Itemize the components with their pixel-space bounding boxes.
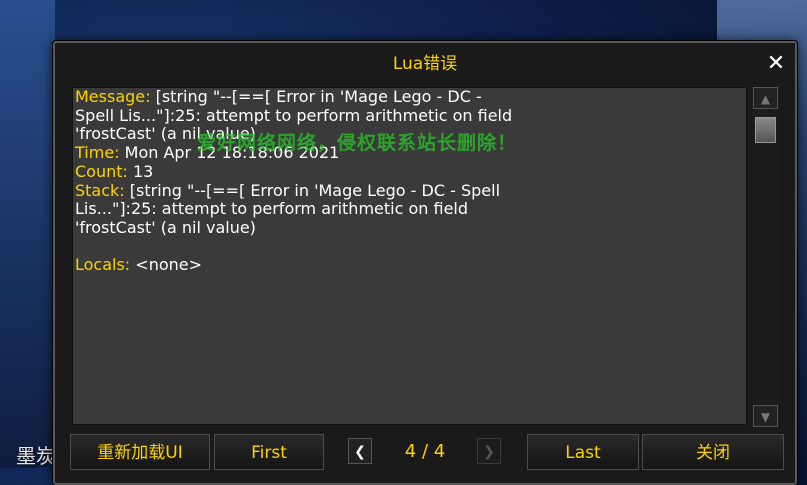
window-title: Lua错误 xyxy=(392,54,458,74)
last-button[interactable]: Last xyxy=(527,434,639,470)
error-line: Lis..."]:25: attempt to perform arithmet… xyxy=(75,199,746,219)
prev-page-icon[interactable]: ❮ xyxy=(348,438,372,464)
error-field-value: 'frostCast' (a nil value) xyxy=(75,124,256,144)
error-field-value: 'frostCast' (a nil value) xyxy=(75,217,256,237)
error-line: Time: Mon Apr 12 18:18:06 2021 xyxy=(75,143,746,163)
background-corner-text: 墨炭 xyxy=(16,444,56,468)
error-field-value: 13 xyxy=(127,161,154,181)
scroll-thumb[interactable] xyxy=(755,117,776,143)
error-field-key: Stack: xyxy=(75,180,125,200)
error-line: Spell Lis..."]:25: attempt to perform ar… xyxy=(75,105,746,126)
error-line: 'frostCast' (a nil value) xyxy=(75,217,746,238)
error-line: Message: [string "--[==[ Error in 'Mage … xyxy=(75,88,746,107)
error-field-value: Lis..."]:25: attempt to perform arithmet… xyxy=(75,199,469,219)
page-indicator: 4 / 4 xyxy=(404,441,446,462)
error-field-value: <none> xyxy=(130,255,203,275)
background-left xyxy=(0,0,55,468)
error-field-value: Spell Lis..."]:25: attempt to perform ar… xyxy=(75,105,513,125)
error-field-value: Mon Apr 12 18:18:06 2021 xyxy=(119,143,340,163)
first-button[interactable]: First xyxy=(214,434,324,470)
error-field-value: [string "--[==[ Error in 'Mage Lego - DC… xyxy=(150,87,482,106)
error-line: 'frostCast' (a nil value) xyxy=(75,125,746,144)
error-field-key: Count: xyxy=(75,161,128,181)
error-field-key: Message: xyxy=(75,87,151,106)
error-text-area[interactable]: Message: [string "--[==[ Error in 'Mage … xyxy=(72,87,747,425)
error-line: Count: 13 xyxy=(75,161,746,182)
button-bar: 重新加载UI First ❮ 4 / 4 ❯ Last 关闭 xyxy=(70,434,785,472)
error-line xyxy=(75,238,746,257)
scrollbar[interactable]: ▲ ▼ xyxy=(752,87,779,427)
scroll-up-icon[interactable]: ▲ xyxy=(753,87,778,109)
error-line: Locals: <none> xyxy=(75,255,746,275)
next-page-icon[interactable]: ❯ xyxy=(477,438,501,464)
reload-ui-button[interactable]: 重新加载UI xyxy=(70,434,210,470)
error-line: Stack: [string "--[==[ Error in 'Mage Le… xyxy=(75,180,746,201)
lua-error-window: Lua错误 ✕ Message: [string "--[==[ Error i… xyxy=(53,41,797,485)
error-field-key: Locals: xyxy=(75,255,131,275)
close-icon[interactable]: ✕ xyxy=(765,53,787,75)
error-field-value: [string "--[==[ Error in 'Mage Lego - DC… xyxy=(124,180,501,200)
close-button[interactable]: 关闭 xyxy=(642,434,784,470)
scroll-down-icon[interactable]: ▼ xyxy=(753,405,778,427)
error-field-key: Time: xyxy=(75,143,120,163)
